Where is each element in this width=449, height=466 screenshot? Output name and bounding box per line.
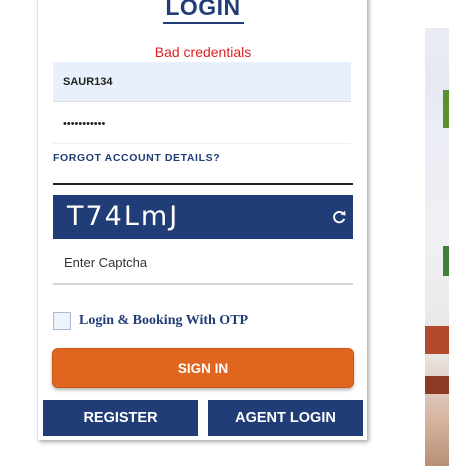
background-foliage <box>443 90 449 128</box>
sign-in-button[interactable]: SIGN IN <box>52 348 354 388</box>
captcha-text: T74LmJ <box>67 201 180 232</box>
background-building-lower <box>425 376 449 394</box>
error-message: Bad credentials <box>154 44 252 60</box>
captcha-input[interactable]: Enter Captcha <box>53 241 353 285</box>
background-foliage-lower <box>443 246 449 276</box>
background-building <box>425 326 449 354</box>
register-button[interactable]: REGISTER <box>43 400 198 436</box>
agent-login-button[interactable]: AGENT LOGIN <box>208 400 363 436</box>
login-card: LOGIN Bad credentials SAUR134 ••••••••••… <box>37 0 367 440</box>
otp-option: Login & Booking With OTP <box>53 312 353 332</box>
otp-checkbox[interactable] <box>53 312 71 330</box>
password-input[interactable]: ••••••••••• <box>53 104 351 144</box>
refresh-icon[interactable] <box>331 209 347 225</box>
section-divider <box>53 183 353 185</box>
forgot-account-link[interactable]: FORGOT ACCOUNT DETAILS? <box>53 152 220 164</box>
background-image-strip <box>425 28 449 466</box>
page-title: LOGIN <box>165 0 241 20</box>
username-input[interactable]: SAUR134 <box>53 62 351 102</box>
otp-label: Login & Booking With OTP <box>79 313 249 328</box>
title-underline <box>163 22 244 24</box>
captcha-image: T74LmJ <box>53 195 353 239</box>
